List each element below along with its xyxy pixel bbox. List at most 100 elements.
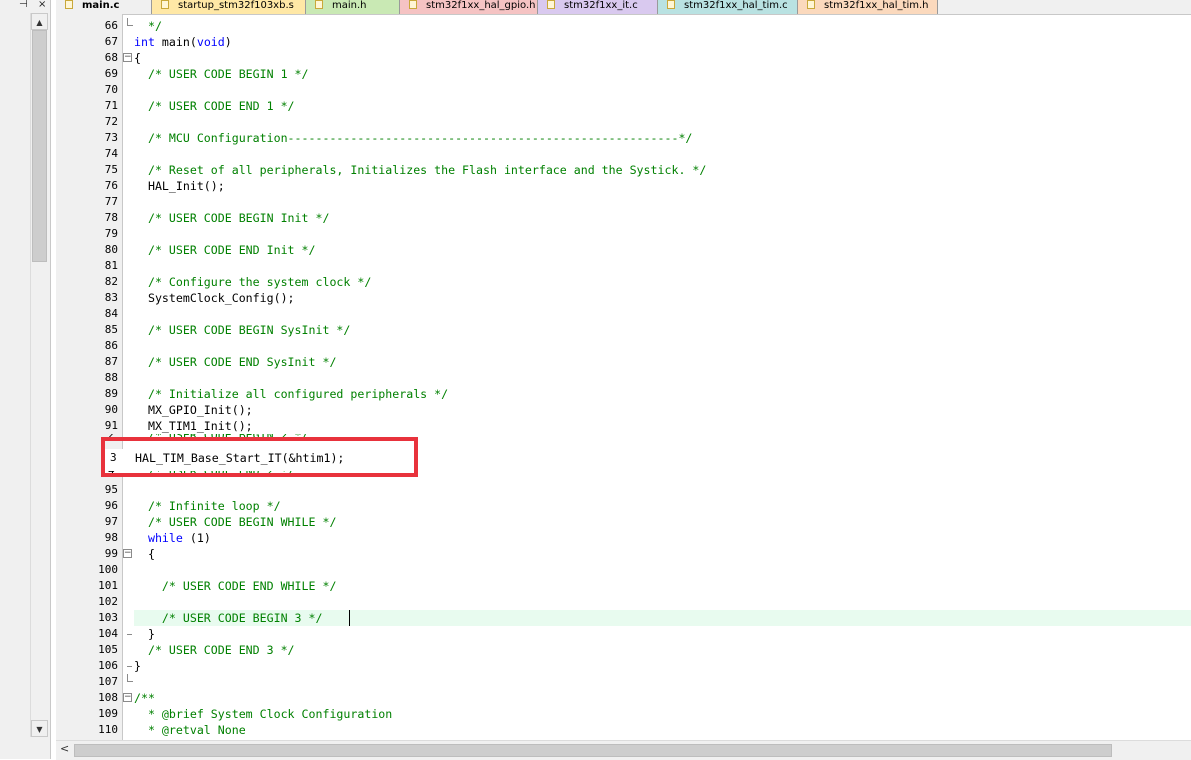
line-number: 91 [104,419,118,432]
tab-stm32f1xx-it-c[interactable]: stm32f1xx_it.c [538,0,658,14]
file-icon [161,0,169,9]
line-number: 107 [98,675,118,688]
code-line[interactable]: HAL_Init(); [134,178,225,194]
file-icon [315,0,323,9]
code-line[interactable]: /* USER CODE BEGIN 1 */ [134,66,309,82]
scroll-up-icon[interactable]: ▲ [31,13,48,30]
tab-stm32f1xx-hal-tim-h[interactable]: stm32f1xx_hal_tim.h [798,0,938,14]
keyword-token: int [134,35,155,49]
line-number: 88 [104,371,118,384]
code-line[interactable]: while (1) [134,530,211,546]
comment-token: /* USER CODE BEGIN WHILE */ [134,515,337,529]
code-line[interactable]: /* USER CODE END Init */ [134,242,316,258]
fold-toggle-icon[interactable]: − [122,546,132,562]
scroll-left-icon[interactable]: < [60,742,69,755]
code-line[interactable]: /* USER CODE END 1 */ [134,98,295,114]
line-number: 90 [104,403,118,416]
keyword-token: while [147,531,183,545]
code-line[interactable]: /* Infinite loop */ [134,498,281,514]
code-line[interactable]: { [134,50,141,66]
comment-token: /* USER CODE BEGIN SysInit */ [134,323,351,337]
line-number: 105 [98,643,118,656]
code-line[interactable]: MX_GPIO_Init(); [134,402,253,418]
fold-toggle-icon[interactable]: − [122,50,132,66]
tab-label: stm32f1xx_hal_gpio.h [426,0,536,11]
scroll-down-icon[interactable]: ▼ [31,720,48,737]
code-line[interactable]: } [134,626,155,642]
tab-label: stm32f1xx_hal_tim.c [684,0,788,11]
tab-label: main.h [332,0,367,11]
comment-token: /* USER CODE END 3 */ [134,643,295,657]
horizontal-scroll-thumb[interactable] [74,744,1112,757]
line-number: 87 [104,355,118,368]
code-line[interactable]: /* USER CODE END WHILE */ [134,578,337,594]
code-line[interactable]: */ [134,18,162,34]
line-number: 80 [104,243,118,256]
scroll-thumb[interactable] [32,30,47,262]
code-line[interactable]: /* USER CODE BEGIN 3 */ [134,610,323,626]
code-line[interactable]: /* USER CODE END 3 */ [134,642,295,658]
code-line[interactable]: int main(void) [134,34,232,50]
code-line[interactable]: { [134,546,155,562]
line-number: 76 [104,179,118,192]
line-number: 81 [104,259,118,272]
line-number: 78 [104,211,118,224]
tab-label: stm32f1xx_hal_tim.h [824,0,929,11]
file-icon [547,0,555,9]
fold-toggle-icon[interactable]: − [122,690,132,706]
vertical-scrollbar[interactable]: ▲ ▼ [30,13,48,737]
line-number: 96 [104,499,118,512]
code-line[interactable]: MX_TIM1_Init(); [134,418,253,434]
line-number: 100 [98,563,118,576]
tab-startup-stm32f103xb-s[interactable]: startup_stm32f103xb.s [152,0,306,14]
code-token: SystemClock_Config(); [134,291,295,305]
code-line[interactable]: * @brief System Clock Configuration [134,706,392,722]
project-panel: ⊣ × ▲ ▼ [0,0,51,759]
tab-main-h[interactable]: main.h [306,0,400,14]
code-line[interactable]: /* MCU Configuration--------------------… [134,130,692,146]
fold-line-icon [122,658,132,674]
code-line[interactable]: * @retval None [134,722,246,738]
tab-stm32f1xx-hal-tim-c[interactable]: stm32f1xx_hal_tim.c [658,0,798,14]
pin-icon[interactable]: ⊣ [19,0,28,10]
tab-stm32f1xx-hal-gpio-h[interactable]: stm32f1xx_hal_gpio.h [400,0,538,14]
editor-tab-bar: main.c startup_stm32f103xb.s main.h stm32f1… [56,0,1191,15]
code-token: { [134,547,155,561]
code-line[interactable]: /* USER CODE BEGIN SysInit */ [134,322,350,338]
code-editor[interactable]: */int main(void){ /* USER CODE BEGIN 1 *… [134,14,1191,740]
code-line[interactable]: /* Configure the system clock */ [134,274,371,290]
line-number: 98 [104,531,118,544]
code-token: ) [224,35,232,49]
close-icon[interactable]: × [38,0,46,10]
line-number: 99 [104,547,118,560]
comment-token: /* USER CODE END SysInit */ [134,355,337,369]
comment-token: /* USER CODE BEGIN 3 */ [134,611,323,625]
line-number: 77 [104,195,118,208]
line-number: 103 [98,611,118,624]
code-line[interactable]: /* USER CODE BEGIN WHILE */ [134,514,336,530]
code-line[interactable]: SystemClock_Config(); [134,290,295,306]
code-line[interactable]: /** [134,690,155,706]
horizontal-scrollbar[interactable]: < [56,740,1191,760]
fold-line-icon [122,18,133,34]
tab-label: startup_stm32f103xb.s [178,0,294,11]
line-number: 69 [104,67,118,80]
line-number: 86 [104,339,118,352]
line-number: 101 [98,579,118,592]
line-number: 79 [104,227,118,240]
code-line[interactable]: /* Initialize all configured peripherals… [134,386,448,402]
code-line[interactable]: } [134,658,141,674]
comment-token: /* USER CODE END Init */ [134,243,316,257]
comment-token: /* USER CODE END 1 */ [134,99,295,113]
tab-label: main.c [82,0,120,11]
code-line[interactable]: /* USER CODE END SysInit */ [134,354,336,370]
line-number: 83 [104,291,118,304]
tab-main-c[interactable]: main.c [56,0,152,14]
panel-header-icons: ⊣ × [0,0,50,13]
code-line[interactable]: /* Reset of all peripherals, Initializes… [134,162,706,178]
line-number: 66 [104,19,118,32]
code-token: main( [154,35,197,49]
line-number: 102 [98,595,118,608]
file-icon [409,0,417,9]
code-line[interactable]: /* USER CODE BEGIN Init */ [134,210,330,226]
